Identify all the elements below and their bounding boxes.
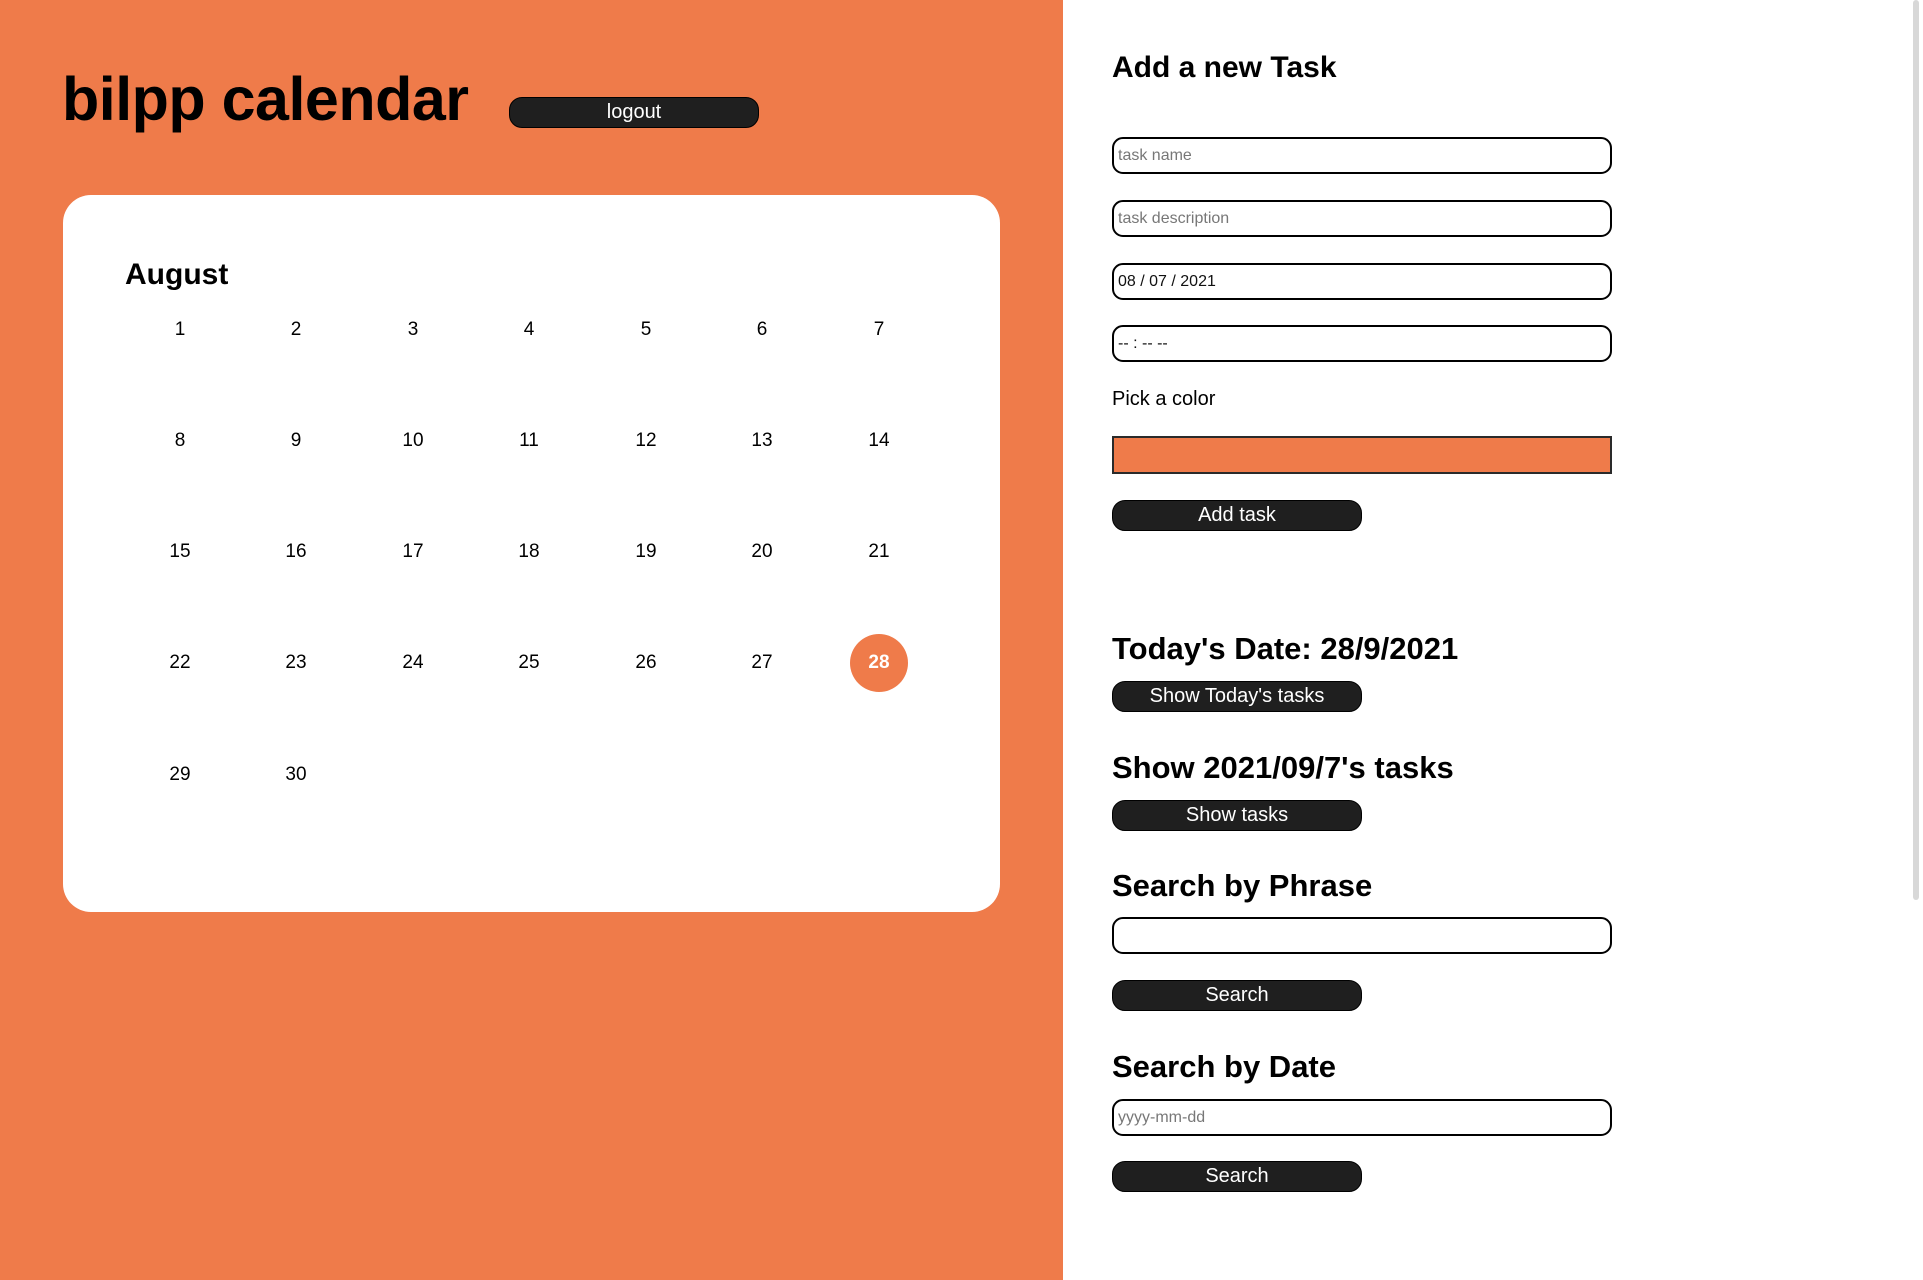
logout-button[interactable]: logout xyxy=(509,97,759,128)
calendar-day[interactable]: 17 xyxy=(384,523,442,581)
todays-date-heading: Today's Date: 28/9/2021 xyxy=(1112,631,1459,666)
calendar-card: August 1 2 3 4 5 6 7 8 9 10 11 12 13 14 15 16 17 18 19 20 21… xyxy=(63,195,1000,912)
task-time-input[interactable]: -- : -- -- xyxy=(1112,325,1612,362)
calendar-day[interactable]: 22 xyxy=(151,634,209,692)
task-time-value: -- : -- -- xyxy=(1118,334,1168,352)
calendar-day[interactable]: 15 xyxy=(151,523,209,581)
page-scrollbar[interactable] xyxy=(1913,0,1919,900)
task-sidebar: Add a new Task 08 / 07 / 2021 -- : -- --… xyxy=(1063,0,1923,1280)
calendar-day[interactable]: 21 xyxy=(850,523,908,581)
calendar-day[interactable]: 25 xyxy=(500,634,558,692)
calendar-day[interactable]: 26 xyxy=(617,634,675,692)
calendar-day[interactable]: 7 xyxy=(850,301,908,359)
calendar-day[interactable]: 30 xyxy=(267,746,325,804)
calendar-day[interactable]: 4 xyxy=(500,301,558,359)
calendar-day[interactable]: 10 xyxy=(384,412,442,470)
search-phrase-input[interactable] xyxy=(1112,917,1612,954)
search-date-heading: Search by Date xyxy=(1112,1049,1336,1084)
calendar-day[interactable]: 16 xyxy=(267,523,325,581)
calendar-day[interactable]: 14 xyxy=(850,412,908,470)
task-description-input[interactable] xyxy=(1112,200,1612,237)
calendar-day[interactable]: 1 xyxy=(151,301,209,359)
calendar-day[interactable]: 13 xyxy=(733,412,791,470)
calendar-day[interactable]: 3 xyxy=(384,301,442,359)
color-picker[interactable] xyxy=(1112,436,1612,474)
calendar-day[interactable]: 5 xyxy=(617,301,675,359)
month-title: August xyxy=(125,258,229,291)
show-todays-tasks-button[interactable]: Show Today's tasks xyxy=(1112,681,1362,712)
calendar-day[interactable]: 24 xyxy=(384,634,442,692)
calendar-pane: bilpp calendar logout August 1 2 3 4 5 6 7 8 9 10… xyxy=(0,0,1063,1280)
calendar-day[interactable]: 23 xyxy=(267,634,325,692)
search-phrase-heading: Search by Phrase xyxy=(1112,868,1373,903)
task-date-value: 08 / 07 / 2021 xyxy=(1118,272,1216,290)
calendar-day[interactable]: 19 xyxy=(617,523,675,581)
calendar-day[interactable]: 20 xyxy=(733,523,791,581)
add-task-heading: Add a new Task xyxy=(1112,51,1337,84)
show-day-tasks-heading: Show 2021/09/7's tasks xyxy=(1112,750,1454,785)
show-tasks-button[interactable]: Show tasks xyxy=(1112,800,1362,831)
calendar-day[interactable]: 9 xyxy=(267,412,325,470)
calendar-day[interactable]: 8 xyxy=(151,412,209,470)
calendar-day[interactable]: 18 xyxy=(500,523,558,581)
search-date-input[interactable] xyxy=(1112,1099,1612,1136)
calendar-day[interactable]: 6 xyxy=(733,301,791,359)
add-task-button[interactable]: Add task xyxy=(1112,500,1362,531)
calendar-day-today[interactable]: 28 xyxy=(850,634,908,692)
calendar-day[interactable]: 2 xyxy=(267,301,325,359)
task-name-input[interactable] xyxy=(1112,137,1612,174)
color-picker-label: Pick a color xyxy=(1112,388,1216,410)
search-date-button[interactable]: Search xyxy=(1112,1161,1362,1192)
calendar-day[interactable]: 29 xyxy=(151,746,209,804)
task-date-input[interactable]: 08 / 07 / 2021 xyxy=(1112,263,1612,300)
calendar-day[interactable]: 27 xyxy=(733,634,791,692)
app-title: bilpp calendar xyxy=(62,65,469,133)
search-phrase-button[interactable]: Search xyxy=(1112,980,1362,1011)
calendar-day[interactable]: 11 xyxy=(500,412,558,470)
calendar-day[interactable]: 12 xyxy=(617,412,675,470)
